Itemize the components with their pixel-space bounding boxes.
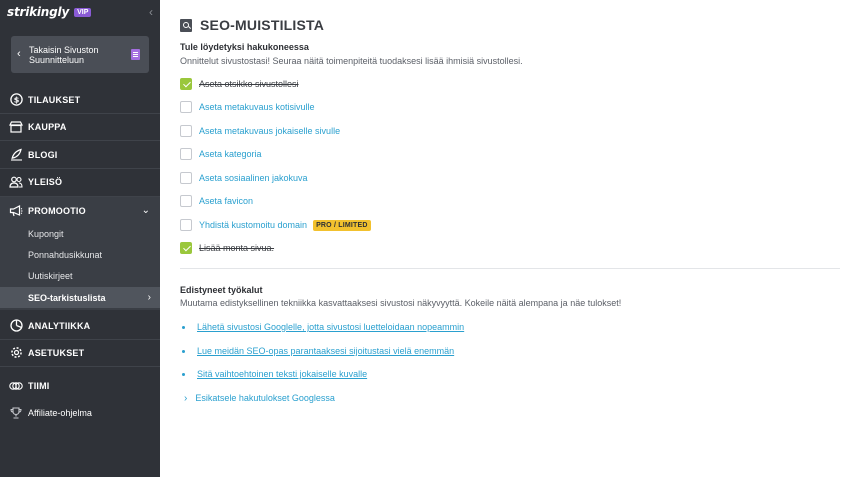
sidebar-item-blogi[interactable]: BLOGI: [0, 141, 160, 168]
sidebar-item-analytiikka[interactable]: ANALYTIIKKA: [0, 312, 160, 339]
back-to-editor-button[interactable]: ‹ Takaisin Sivuston Suunnitteluun: [11, 36, 149, 73]
sidebar: strikingly VIP ‹ ‹ Takaisin Sivuston Suu…: [0, 0, 160, 477]
checkbox-checked[interactable]: [180, 242, 192, 254]
checkbox[interactable]: [180, 195, 192, 207]
preview-google-results-toggle[interactable]: › Esikatsele hakutulokset Googlessa: [184, 392, 335, 404]
sidebar-item-label: PROMOOTIO: [28, 205, 86, 216]
sidebar-subitem-kupongit[interactable]: Kupongit: [0, 223, 160, 244]
preview-google-results-label: Esikatsele hakutulokset Googlessa: [195, 393, 335, 403]
page-title: SEO-MUISTILISTA: [200, 17, 325, 33]
sidebar-subitem-ponnahdusikkunat[interactable]: Ponnahdusikkunat: [0, 244, 160, 265]
checklist-item[interactable]: Yhdistä kustomoitu domain PRO / LIMITED: [180, 218, 371, 232]
sidebar-item-label: BLOGI: [28, 149, 58, 160]
sidebar-subitem-seo-checklist[interactable]: SEO-tarkistuslista ›: [0, 287, 160, 308]
checklist-link[interactable]: Aseta metakuvaus jokaiselle sivulle: [199, 126, 340, 136]
chevron-right-icon: ›: [147, 292, 151, 303]
checkbox[interactable]: [180, 219, 192, 231]
list-item: Lue meidän SEO-opas parantaaksesi sijoit…: [182, 345, 454, 357]
promotion-section: PROMOOTIO ⌄ Kupongit Ponnahdusikkunat Uu…: [0, 197, 160, 310]
sidebar-item-label: ASETUKSET: [28, 347, 85, 358]
people-icon: [9, 175, 23, 189]
checklist-link[interactable]: Aseta favicon: [199, 196, 253, 206]
checkbox[interactable]: [180, 172, 192, 184]
bullet-icon: [182, 372, 185, 376]
collapse-sidebar-chevron-icon[interactable]: ‹: [149, 5, 157, 19]
list-item: Lähetä sivustosi Googlelle, jotta sivust…: [182, 321, 464, 333]
checklist-item[interactable]: Aseta metakuvaus kotisivulle: [180, 100, 315, 114]
sidebar-subitem-label: Ponnahdusikkunat: [28, 249, 103, 260]
checklist-item[interactable]: Aseta kategoria: [180, 147, 262, 161]
brand[interactable]: strikingly VIP: [7, 5, 92, 19]
bullet-icon: [182, 325, 185, 329]
trophy-icon: [9, 406, 23, 420]
checklist-item[interactable]: Aseta sosiaalinen jakokuva: [180, 171, 308, 185]
gear-icon: [9, 346, 23, 360]
checkbox[interactable]: [180, 148, 192, 160]
svg-text:$: $: [13, 95, 19, 104]
back-to-editor-label: Takaisin Sivuston Suunnitteluun: [29, 45, 99, 65]
sidebar-item-affiliate[interactable]: Affiliate-ohjelma: [0, 399, 160, 426]
sidebar-subitem-label: Kupongit: [28, 228, 64, 239]
team-icon: [9, 379, 23, 393]
advanced-link-seo-guide[interactable]: Lue meidän SEO-opas parantaaksesi sijoit…: [197, 346, 454, 356]
checklist-label: Aseta otsikko sivustollesi: [199, 79, 299, 89]
brand-logo: strikingly: [7, 5, 70, 19]
section-desc-advanced: Muutama edistyksellinen tekniikka kasvat…: [180, 298, 622, 308]
chevron-right-icon: ›: [184, 392, 188, 404]
pro-limited-badge: PRO / LIMITED: [313, 219, 371, 231]
checklist-link[interactable]: Aseta sosiaalinen jakokuva: [199, 173, 308, 183]
checkbox[interactable]: [180, 101, 192, 113]
megaphone-icon: [9, 204, 23, 218]
sidebar-item-yleiso[interactable]: YLEISÖ: [0, 168, 160, 195]
checklist-item[interactable]: Lisää monta sivua.: [180, 241, 274, 255]
main-content: SEO-MUISTILISTA Tule löydetyksi hakukone…: [160, 0, 841, 477]
sidebar-item-promootio[interactable]: PROMOOTIO ⌄: [0, 197, 160, 224]
sidebar-subitem-uutiskirjeet[interactable]: Uutiskirjeet: [0, 265, 160, 286]
checkbox[interactable]: [180, 125, 192, 137]
seo-search-icon: [180, 18, 192, 32]
sidebar-item-label: Affiliate-ohjelma: [28, 407, 92, 418]
sidebar-item-label: ANALYTIIKKA: [28, 320, 91, 331]
chevron-left-icon: ‹: [17, 48, 21, 60]
checklist-item[interactable]: Aseta metakuvaus jokaiselle sivulle: [180, 124, 340, 138]
store-icon: [9, 120, 23, 134]
advanced-link-submit-google[interactable]: Lähetä sivustosi Googlelle, jotta sivust…: [197, 322, 464, 332]
checklist-link[interactable]: Aseta metakuvaus kotisivulle: [199, 102, 315, 112]
list-item: Sitä vaihtoehtoinen teksti jokaiselle ku…: [182, 368, 367, 380]
divider: [0, 366, 160, 367]
sidebar-item-label: KAUPPA: [28, 121, 67, 132]
sidebar-subitem-label: SEO-tarkistuslista: [28, 292, 106, 303]
checklist-item[interactable]: Aseta otsikko sivustollesi: [180, 77, 299, 91]
section-title-advanced: Edistyneet työkalut: [180, 285, 263, 295]
sidebar-item-tiimi[interactable]: TIIMI: [0, 372, 160, 399]
dollar-circle-icon: $: [9, 93, 23, 107]
checklist-label: Lisää monta sivua.: [199, 243, 275, 253]
bullet-icon: [182, 349, 185, 353]
sidebar-item-label: YLEISÖ: [28, 176, 63, 187]
sidebar-item-kauppa[interactable]: KAUPPA: [0, 113, 160, 140]
checkbox-checked[interactable]: [180, 78, 192, 90]
sidebar-subitem-label: Uutiskirjeet: [28, 270, 73, 281]
quill-icon: [9, 148, 23, 162]
advanced-link-alt-text[interactable]: Sitä vaihtoehtoinen teksti jokaiselle ku…: [197, 369, 367, 379]
section-title-found: Tule löydetyksi hakukoneessa: [180, 42, 309, 52]
chevron-down-icon: ⌄: [141, 205, 150, 216]
page-icon: [131, 49, 140, 60]
checklist-item[interactable]: Aseta favicon: [180, 194, 253, 208]
pie-chart-icon: [9, 319, 23, 333]
sidebar-item-tilaukset[interactable]: $ TILAUKSET: [0, 86, 160, 113]
sidebar-item-label: TIIMI: [28, 380, 50, 391]
page-header: SEO-MUISTILISTA: [180, 17, 324, 33]
checklist-link[interactable]: Aseta kategoria: [199, 149, 262, 159]
vip-badge: VIP: [74, 7, 92, 17]
checklist-link[interactable]: Yhdistä kustomoitu domain: [199, 220, 307, 230]
divider: [180, 268, 840, 269]
section-desc-found: Onnittelut sivustostasi! Seuraa näitä to…: [180, 56, 523, 66]
sidebar-item-label: TILAUKSET: [28, 94, 81, 105]
sidebar-item-asetukset[interactable]: ASETUKSET: [0, 339, 160, 366]
